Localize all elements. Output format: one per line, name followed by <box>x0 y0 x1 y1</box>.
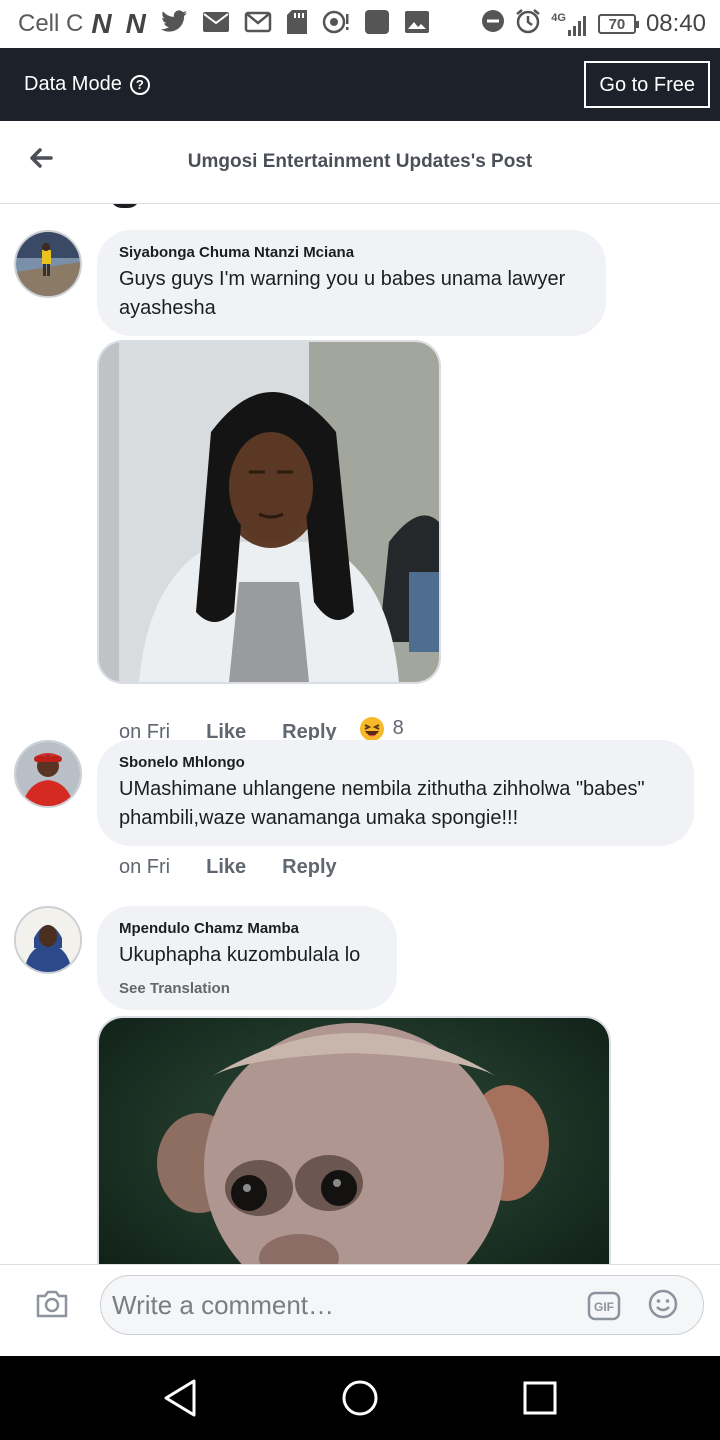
signal-icon: 4G <box>551 12 588 36</box>
post-header: Umgosi Entertainment Updates's Post <box>0 121 720 204</box>
see-translation-link[interactable]: See Translation <box>119 980 375 997</box>
comment-author[interactable]: Sbonelo Mhlongo <box>119 754 672 771</box>
circle-home-icon[interactable] <box>341 1378 379 1423</box>
notification-icons: N N <box>91 9 429 40</box>
comment-list[interactable]: Siyabonga Chuma Ntanzi Mciana Guys guys … <box>0 204 720 1264</box>
comment-author[interactable]: Mpendulo Chamz Mamba <box>119 920 375 937</box>
comment-input[interactable]: Write a comment… GIF <box>100 1275 704 1335</box>
avatar[interactable] <box>14 906 82 974</box>
system-status: 4G 70 08:40 <box>481 8 706 41</box>
comment-text: UMashimane uhlangene nembila zithutha zi… <box>119 778 645 829</box>
help-icon[interactable]: ? <box>129 74 150 95</box>
gif-icon[interactable]: GIF <box>587 1291 621 1326</box>
app-square-icon <box>364 9 390 40</box>
status-bar: Cell C N N 4G 70 08:40 <box>0 0 720 48</box>
triangle-back-icon[interactable] <box>162 1378 198 1423</box>
previous-comment-avatar-edge <box>110 204 140 208</box>
go-to-free-button[interactable]: Go to Free <box>584 61 710 108</box>
camera-icon[interactable] <box>35 1289 69 1324</box>
comment-composer: Write a comment… GIF <box>0 1264 720 1356</box>
comment-text: Ukuphapha kuzombulala lo <box>119 944 361 966</box>
comment-item: Mpendulo Chamz Mamba Ukuphapha kuzombula… <box>0 906 720 1264</box>
arrow-left-icon[interactable] <box>28 145 54 171</box>
reply-button[interactable]: Reply <box>282 856 336 879</box>
comment-item: Siyabonga Chuma Ntanzi Mciana Guys guys … <box>0 230 720 743</box>
twitter-icon <box>160 9 188 39</box>
mail-icon <box>202 11 230 38</box>
comment-placeholder: Write a comment… <box>112 1290 335 1320</box>
comment-bubble[interactable]: Sbonelo Mhlongo UMashimane uhlangene nem… <box>97 740 694 846</box>
n-app-icon: N <box>125 8 146 39</box>
comment-actions: on Fri Like Reply <box>119 856 373 879</box>
smiley-icon[interactable] <box>647 1288 679 1325</box>
comment-author[interactable]: Siyabonga Chuma Ntanzi Mciana <box>119 244 584 261</box>
comment-item: Sbonelo Mhlongo UMashimane uhlangene nem… <box>0 740 720 890</box>
gif-label: GIF <box>594 1300 614 1314</box>
comment-text: Guys guys I'm warning you u babes unama … <box>119 268 566 319</box>
carrier-label: Cell C <box>18 10 84 37</box>
clock: 08:40 <box>645 10 706 37</box>
avatar[interactable] <box>14 740 82 808</box>
gallery-icon <box>404 10 430 39</box>
comment-photo[interactable] <box>97 340 441 684</box>
network-type-label: 4G <box>551 12 566 24</box>
data-mode-label: Data Mode <box>24 73 122 95</box>
reaction-count: 8 <box>392 716 404 739</box>
gmail-icon <box>244 11 272 38</box>
sd-card-icon <box>286 9 308 40</box>
n-app-icon: N <box>91 8 112 39</box>
like-button[interactable]: Like <box>206 856 246 879</box>
hotspot-icon <box>322 9 350 40</box>
square-recents-icon[interactable] <box>522 1378 558 1423</box>
system-nav-bar <box>0 1356 720 1440</box>
comment-photo[interactable] <box>97 1016 611 1264</box>
comment-bubble[interactable]: Mpendulo Chamz Mamba Ukuphapha kuzombula… <box>97 906 397 1010</box>
comment-bubble[interactable]: Siyabonga Chuma Ntanzi Mciana Guys guys … <box>97 230 606 336</box>
alarm-icon <box>515 8 541 41</box>
comment-time: on Fri <box>119 856 171 878</box>
dnd-icon <box>481 9 505 40</box>
page-title: Umgosi Entertainment Updates's Post <box>187 151 533 172</box>
avatar[interactable] <box>14 230 82 298</box>
battery-indicator: 70 <box>597 14 639 34</box>
data-mode-bar: Data Mode ? Go to Free <box>0 48 720 121</box>
